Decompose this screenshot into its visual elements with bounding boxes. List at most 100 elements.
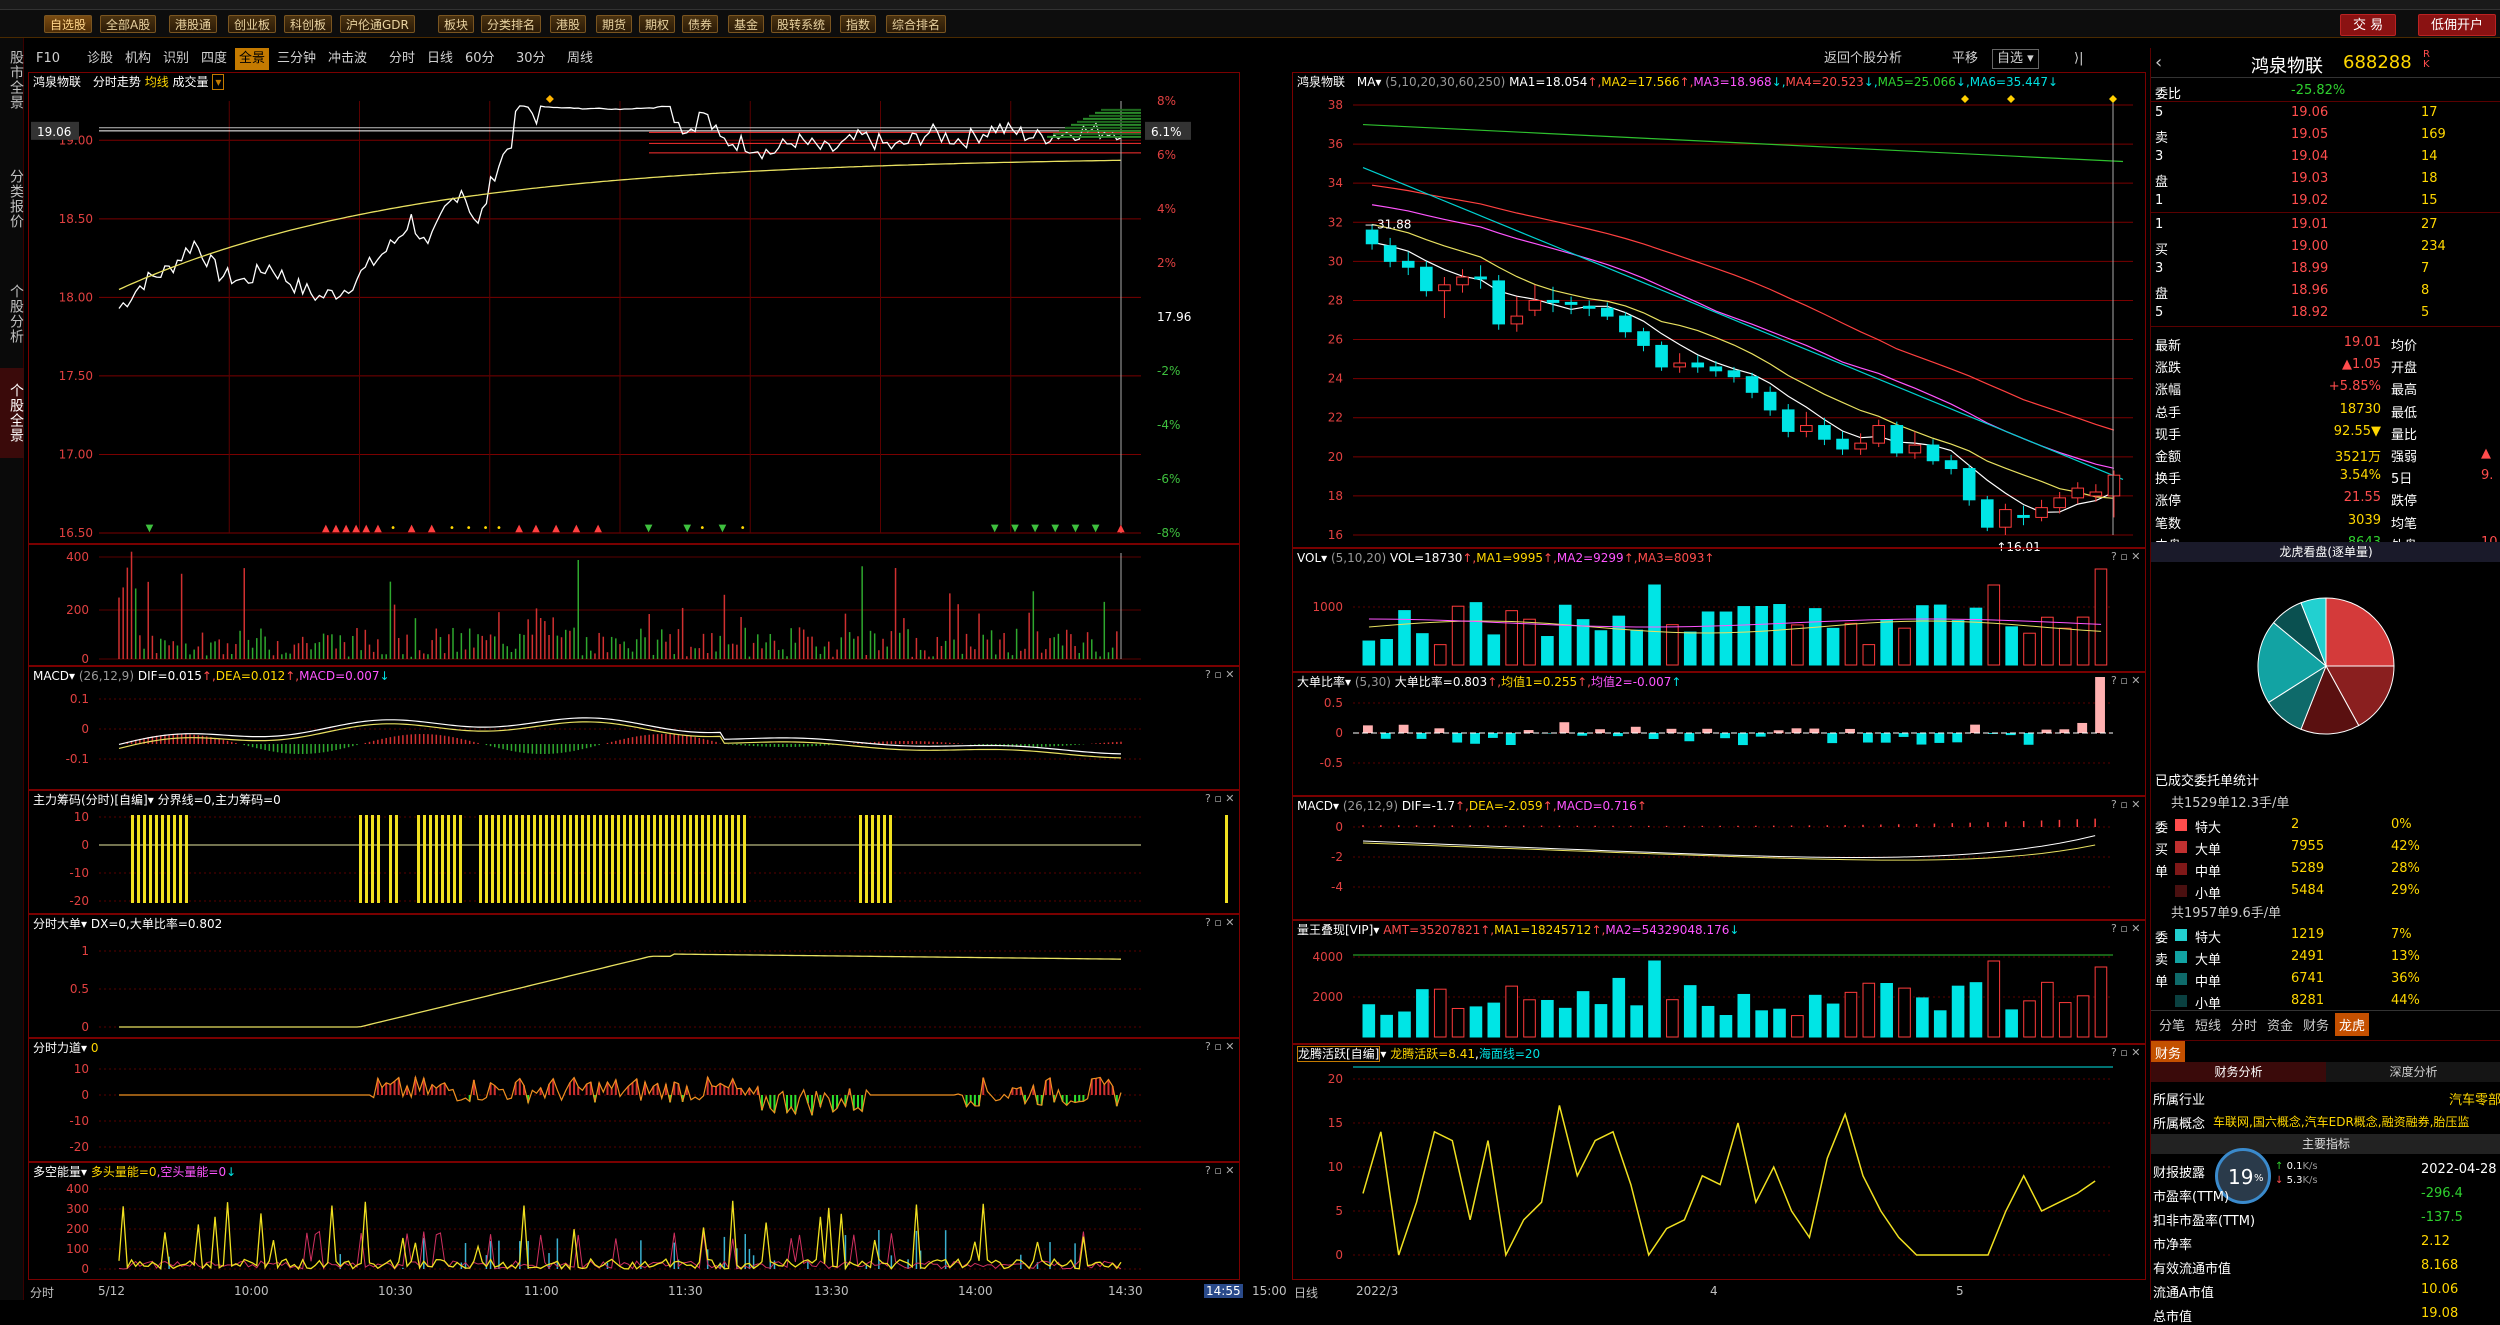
menu-hk-stocks-button[interactable]: 港股 <box>550 15 587 33</box>
period-weekly-button[interactable]: 周线 <box>563 48 597 70</box>
volume-bar <box>1362 640 1376 666</box>
ind-dk-panel: 多空能量▾ 多头量能=0,空头量能=0↓ ? ▫ ✕ 400 300 200 100 0 <box>28 1162 1240 1280</box>
tab-capital[interactable]: 资金 <box>2263 1013 2297 1036</box>
period-daily-button[interactable]: 日线 <box>423 48 457 70</box>
menu-bonds-button[interactable]: 债券 <box>682 15 719 33</box>
candle-body <box>1564 301 1578 305</box>
stat-label: 最高 <box>2391 383 2418 399</box>
period-three-minute-button[interactable]: 三分钟 <box>273 48 320 70</box>
menu-star-market-button[interactable]: 科创板 <box>284 15 333 33</box>
menu-category-rank-button[interactable]: 分类排名 <box>481 15 542 33</box>
menu-sector-button[interactable]: 板块 <box>438 15 475 33</box>
ask-price[interactable]: 19.02 <box>2291 193 2328 208</box>
menu-gem-button[interactable]: 创业板 <box>228 15 277 33</box>
period-diagnose-button[interactable]: 诊股 <box>83 48 117 70</box>
order-pct: 13% <box>2391 949 2420 964</box>
signal-marker-icon: ▲ <box>408 523 416 534</box>
intraday-volume-chart[interactable]: 400 200 0 <box>29 545 1241 667</box>
period-f10-button[interactable]: F10 <box>32 48 64 70</box>
daily-kline-chart[interactable]: 383634323028262422201816—31.88↑16.01 <box>1293 73 2147 554</box>
bid-price[interactable]: 18.92 <box>2291 305 2328 320</box>
daily-macd-chart[interactable]: 0 -2 -4 <box>1293 797 2147 921</box>
tab-deep-analysis[interactable]: 深度分析 <box>2326 1062 2500 1082</box>
trade-button[interactable]: 交 易 <box>2340 14 2397 36</box>
menu-comprehensive-rank-button[interactable]: 综合排名 <box>886 15 947 33</box>
back-arrow-icon[interactable]: ‹ <box>2155 52 2162 73</box>
period-30min-button[interactable]: 30分 <box>512 48 550 70</box>
menu-self-select-button[interactable]: 自选股 <box>44 15 93 33</box>
tab-stock-panorama[interactable]: 个股全景 <box>0 368 24 458</box>
date-axis-menu-button[interactable]: 日线 <box>1294 1284 1318 1301</box>
menu-neeq-button[interactable]: 股转系统 <box>771 15 832 33</box>
tab-trades[interactable]: 分笔 <box>2155 1013 2189 1036</box>
collapse-icon[interactable]: ⟩| <box>2070 48 2087 70</box>
ask-price[interactable]: 19.03 <box>2291 171 2328 186</box>
bid-price[interactable]: 19.01 <box>2291 217 2328 232</box>
intraday-force-chart[interactable]: 10 0 -10 -20 <box>29 1039 1241 1163</box>
tab-intraday[interactable]: 分时 <box>2227 1013 2261 1036</box>
order-pie-chart[interactable] <box>2151 564 2500 764</box>
ask-price[interactable]: 19.05 <box>2291 127 2328 142</box>
pan-button[interactable]: 平移 <box>1948 48 1982 70</box>
amount-bar <box>1737 993 1751 1038</box>
dd-tick-label: 0.5 <box>70 982 89 996</box>
period-shockwave-button[interactable]: 冲击波 <box>324 48 371 70</box>
bid-price[interactable]: 18.96 <box>2291 283 2328 298</box>
chip-bar <box>737 815 740 903</box>
daily-volume-chart[interactable]: 1000 <box>1293 549 2147 673</box>
volume-bar <box>1630 629 1643 666</box>
menu-futures-button[interactable]: 期货 <box>596 15 633 33</box>
menu-funds-button[interactable]: 基金 <box>728 15 765 33</box>
chip-bar <box>365 815 368 903</box>
chip-bar <box>599 815 602 903</box>
tab-market-overview[interactable]: 股市全景 <box>0 42 24 118</box>
tab-finance[interactable]: 财务 <box>2299 1013 2333 1036</box>
daily-amount-chart[interactable]: 4000 2000 <box>1293 921 2147 1045</box>
ask-price[interactable]: 19.06 <box>2291 105 2328 120</box>
daily-tick-label: 4000 <box>1312 950 1343 964</box>
chip-bar <box>665 815 668 903</box>
amount-bar <box>2058 1002 2072 1038</box>
tab-category-quote[interactable]: 分类报价 <box>0 134 24 264</box>
daily-dragon-active-chart[interactable]: 20 15 10 5 0 <box>1293 1045 2147 1281</box>
daily-big-order-ratio-chart[interactable]: 0.5 0 -0.5 <box>1293 673 2147 797</box>
menu-gdr-button[interactable]: 沪伦通GDR <box>340 15 415 33</box>
market-menu-bar: 自选股 全部A股 港股通 创业板 科创板 沪伦通GDR 板块 分类排名 港股 期货 期权 债券 基金 股转… <box>0 10 2500 38</box>
menu-all-a-shares-button[interactable]: 全部A股 <box>100 15 157 33</box>
candle-body <box>1781 409 1795 432</box>
chip-bar <box>683 815 686 903</box>
intraday-main-chip-chart[interactable]: 10 0 -10 -20 <box>29 791 1241 915</box>
tab-finance-analysis[interactable]: 财务分析 <box>2151 1062 2326 1082</box>
period-60min-button[interactable]: 60分 <box>461 48 499 70</box>
tab-short-term[interactable]: 短线 <box>2191 1013 2225 1036</box>
period-identify-button[interactable]: 识别 <box>159 48 193 70</box>
time-axis-menu-button[interactable]: 分时 <box>30 1284 54 1301</box>
period-intraday-button[interactable]: 分时 <box>385 48 419 70</box>
menu-hk-connect-button[interactable]: 港股通 <box>169 15 218 33</box>
period-four-degree-button[interactable]: 四度 <box>197 48 231 70</box>
bid-price[interactable]: 19.00 <box>2291 239 2328 254</box>
watchlist-dropdown[interactable]: 自选 ▾ <box>1992 49 2039 69</box>
candle-body <box>1528 299 1542 311</box>
candle-body <box>1438 284 1451 292</box>
tab-dragon-tiger[interactable]: 龙虎 <box>2335 1013 2370 1036</box>
chip-bar <box>883 815 886 903</box>
ask-price[interactable]: 19.04 <box>2291 149 2328 164</box>
menu-index-button[interactable]: 指数 <box>840 15 877 33</box>
intraday-long-short-chart[interactable]: 400 300 200 100 0 <box>29 1163 1241 1281</box>
menu-options-button[interactable]: 期权 <box>639 15 676 33</box>
tab-stock-analysis[interactable]: 个股分析 <box>0 274 24 354</box>
intraday-big-order-chart[interactable]: 10.50 <box>29 915 1241 1039</box>
bid-price[interactable]: 18.99 <box>2291 261 2328 276</box>
ratio-bar <box>1363 725 1373 733</box>
period-panorama-button[interactable]: 全景 <box>235 48 270 70</box>
intraday-price-chart[interactable]: 19.0018.5018.0017.5017.0016.508%6%4%2%17… <box>29 73 1241 545</box>
ratio-bar <box>2077 722 2088 733</box>
chip-bar <box>155 815 158 903</box>
intraday-macd-chart[interactable]: 0.1 0 -0.1 <box>29 667 1241 791</box>
period-institution-button[interactable]: 机构 <box>121 48 155 70</box>
open-account-button[interactable]: 低佣开户 <box>2418 14 2497 36</box>
tab-finance[interactable]: 财务 <box>2151 1041 2186 1064</box>
volume-bar <box>2005 626 2018 666</box>
back-to-analysis-button[interactable]: 返回个股分析 <box>1820 48 1906 70</box>
